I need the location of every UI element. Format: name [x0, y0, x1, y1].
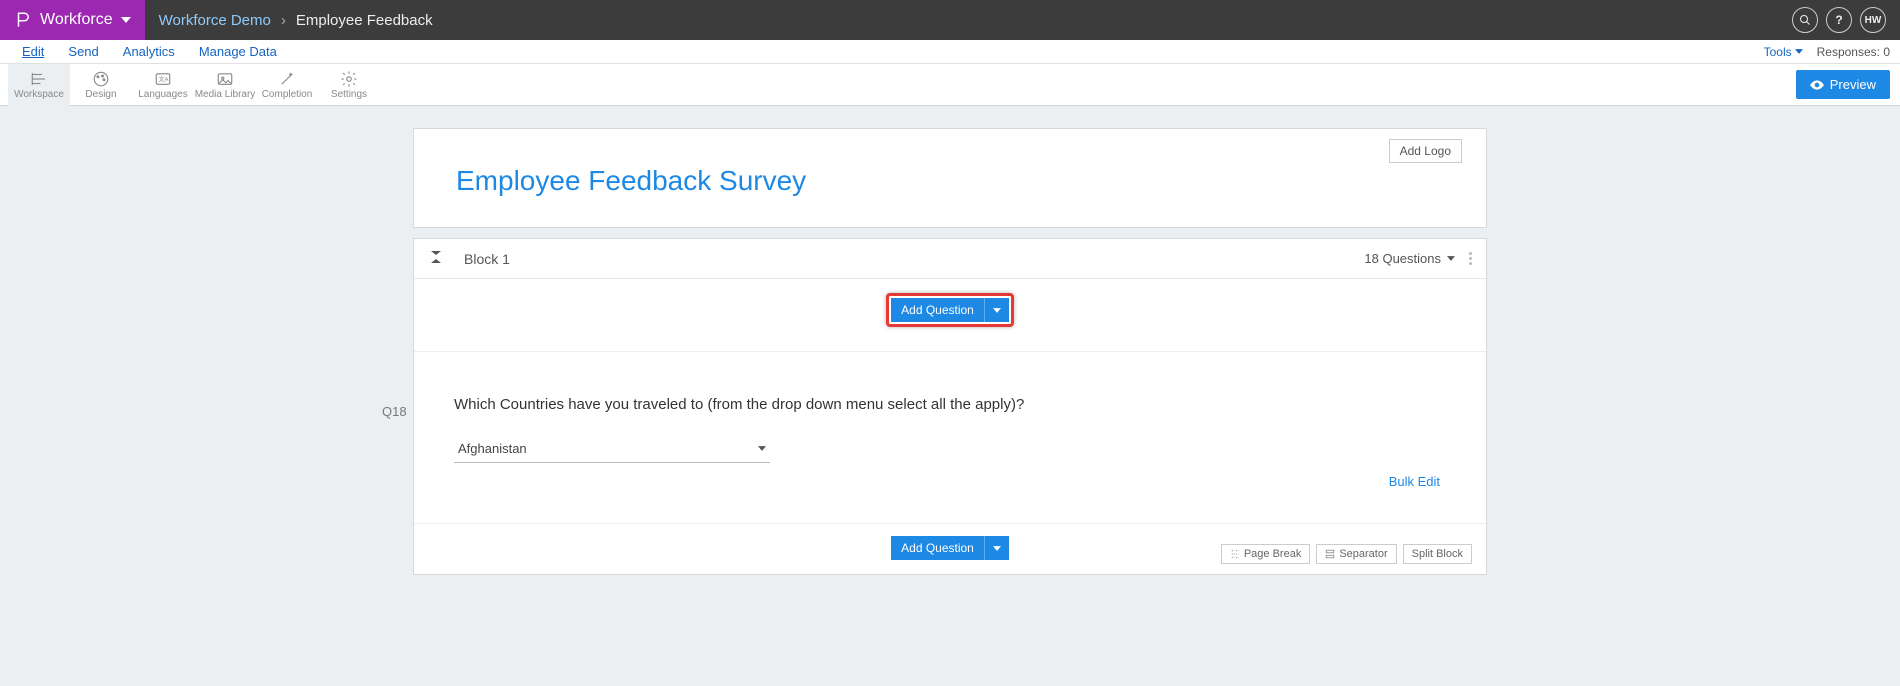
tools-menu[interactable]: Tools: [1764, 45, 1803, 59]
chevron-down-icon: [121, 15, 131, 25]
toolbar-media-library[interactable]: Media Library: [194, 64, 256, 106]
wand-icon: [277, 70, 297, 88]
block-header: Block 1 18 Questions: [414, 239, 1486, 279]
avatar-button[interactable]: HW: [1860, 7, 1886, 33]
top-bar: Workforce Workforce Demo › Employee Feed…: [0, 0, 1900, 40]
collapse-block-icon[interactable]: [428, 251, 444, 266]
block-menu-button[interactable]: [1469, 252, 1472, 265]
separator-button[interactable]: Separator: [1316, 544, 1396, 564]
question-id-label: Q18: [382, 404, 407, 419]
add-question-row-bottom: Add Question Page Break Separator Split …: [414, 523, 1486, 574]
add-question-button-bottom[interactable]: Add Question: [891, 536, 984, 560]
add-question-button[interactable]: Add Question: [891, 298, 984, 322]
collapse-icon: [431, 251, 441, 263]
block-name[interactable]: Block 1: [464, 251, 510, 267]
avatar-initials: HW: [1865, 15, 1882, 26]
add-question-row-top: Add Question: [414, 279, 1486, 352]
add-logo-button[interactable]: Add Logo: [1389, 139, 1462, 163]
menu-send[interactable]: Send: [56, 41, 110, 62]
canvas: Add Logo Employee Feedback Survey Block …: [0, 106, 1900, 575]
add-question-dropdown[interactable]: [984, 298, 1009, 322]
bulk-edit-link[interactable]: Bulk Edit: [1389, 474, 1440, 489]
help-icon: ?: [1835, 13, 1842, 27]
block-panel: Block 1 18 Questions Add Question: [413, 238, 1487, 575]
toolbar-completion[interactable]: Completion: [256, 64, 318, 106]
help-button[interactable]: ?: [1826, 7, 1852, 33]
separator-icon: [1325, 549, 1335, 559]
page-break-button[interactable]: Page Break: [1221, 544, 1310, 564]
menu-edit[interactable]: Edit: [10, 41, 56, 62]
menu-analytics[interactable]: Analytics: [111, 41, 187, 62]
chevron-down-icon: [758, 446, 766, 451]
svg-text:文A: 文A: [159, 75, 169, 83]
toolbar: Workspace Design 文A Languages Media Libr…: [0, 64, 1900, 106]
question-text[interactable]: Which Countries have you traveled to (fr…: [454, 396, 1446, 413]
page-break-icon: [1230, 549, 1240, 559]
add-question-dropdown-bottom[interactable]: [984, 536, 1009, 560]
brand-menu[interactable]: Workforce: [0, 0, 145, 40]
brand-logo-icon: [14, 11, 32, 29]
toolbar-settings[interactable]: Settings: [318, 64, 380, 106]
split-block-button[interactable]: Split Block: [1403, 544, 1472, 564]
search-icon: [1799, 14, 1811, 26]
search-button[interactable]: [1792, 7, 1818, 33]
toolbar-languages[interactable]: 文A Languages: [132, 64, 194, 106]
question-count-dropdown[interactable]: 18 Questions: [1364, 251, 1455, 266]
block-tools: Page Break Separator Split Block: [1221, 544, 1472, 564]
answer-dropdown[interactable]: Afghanistan: [454, 435, 770, 463]
language-icon: 文A: [153, 70, 173, 88]
preview-button[interactable]: Preview: [1796, 70, 1890, 99]
menu-bar: Edit Send Analytics Manage Data Tools Re…: [0, 40, 1900, 64]
chevron-down-icon: [1795, 49, 1803, 54]
chevron-down-icon: [1447, 256, 1455, 261]
workspace-icon: [29, 70, 49, 88]
toolbar-design[interactable]: Design: [70, 64, 132, 106]
highlight-ring: Add Question: [886, 293, 1014, 327]
breadcrumb-link[interactable]: Workforce Demo: [159, 12, 271, 29]
tools-label: Tools: [1764, 45, 1792, 59]
brand-label: Workforce: [40, 11, 113, 29]
topbar-right: ? HW: [1792, 7, 1900, 33]
palette-icon: [91, 70, 111, 88]
breadcrumb: Workforce Demo › Employee Feedback: [145, 12, 433, 29]
question-area[interactable]: Q18 Which Countries have you traveled to…: [414, 352, 1486, 523]
dropdown-selected-value: Afghanistan: [458, 441, 527, 456]
menu-manage-data[interactable]: Manage Data: [187, 41, 289, 62]
survey-title[interactable]: Employee Feedback Survey: [414, 139, 1486, 197]
survey-header-panel: Add Logo Employee Feedback Survey: [413, 128, 1487, 228]
image-icon: [215, 70, 235, 88]
breadcrumb-separator-icon: ›: [281, 12, 286, 29]
chevron-down-icon: [993, 546, 1001, 551]
responses-count: Responses: 0: [1817, 45, 1890, 59]
breadcrumb-current: Employee Feedback: [296, 12, 433, 29]
gear-icon: [339, 70, 359, 88]
eye-icon: [1810, 80, 1824, 90]
chevron-down-icon: [993, 308, 1001, 313]
toolbar-workspace[interactable]: Workspace: [8, 64, 70, 106]
